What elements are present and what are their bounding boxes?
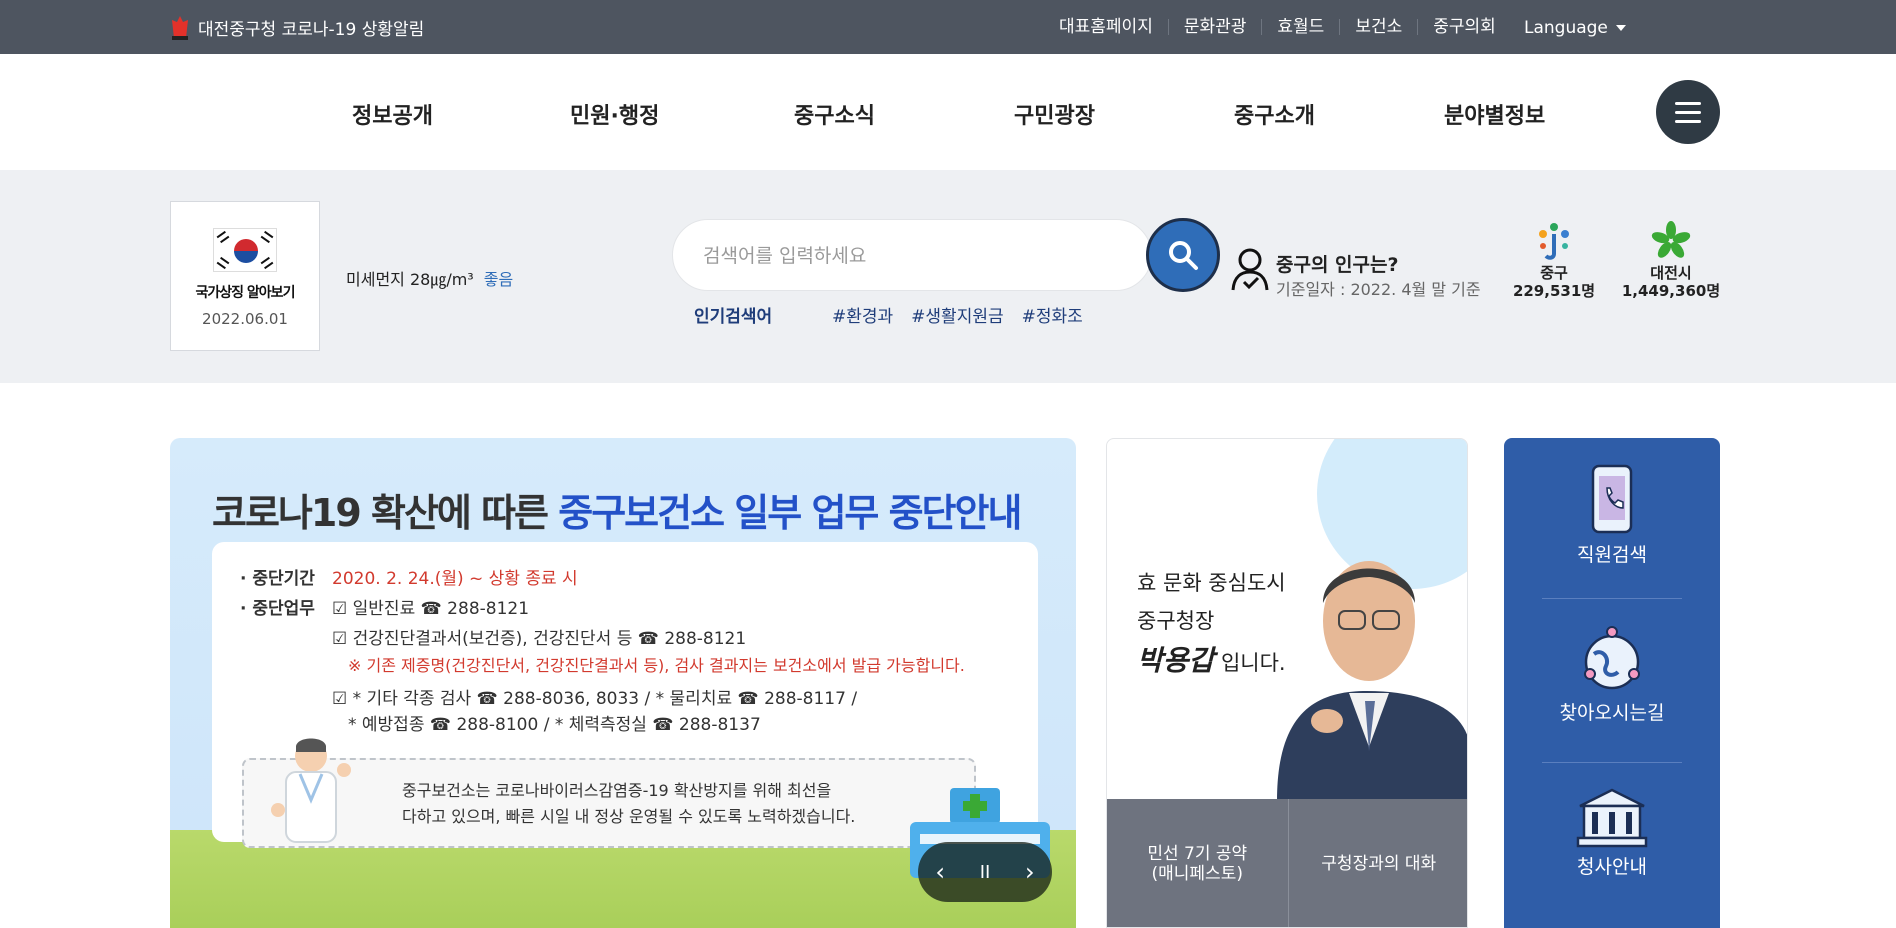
building-icon [1576,788,1648,848]
quick-directions-label: 찾아오시는길 [1559,702,1665,724]
quick-menu: 직원검색 찾아오시는길 청사안내 [1504,438,1720,928]
slide-controls: ‹ II › [918,842,1052,902]
link-culture-tour[interactable]: 문화관광 [1169,19,1263,36]
national-symbol-date: 2022.06.01 [202,310,288,328]
junggu-count: 229,531명 [1512,282,1596,300]
mayor-title: 중구청장 [1137,609,1215,633]
search-button[interactable] [1146,218,1220,292]
korean-flag-icon [213,228,277,272]
period-value: 2020. 2. 24.(월) ~ 상황 종료 시 [332,569,578,589]
nav-junggu-intro[interactable]: 중구소개 [1234,98,1315,130]
junggu-population: 중구 229,531명 [1510,220,1598,300]
chevron-down-icon [1615,25,1626,31]
banner-title-highlight: 중구보건소 일부 업무 중단안내 [558,491,1022,535]
info-band: 국가상징 알아보기 2022.06.01 미세먼지 28㎍/m³ 좋음 인기검색어… [0,170,1896,383]
banner-message-line2: 다하고 있으며, 빠른 시일 내 정상 운영될 수 있도록 노력하겠습니다. [402,807,856,826]
chevron-left-icon[interactable]: ‹ [935,858,945,886]
chevron-right-icon[interactable]: › [1025,858,1035,886]
search-icon [1169,241,1198,270]
banner-message-line1: 중구보건소는 코로나바이러스감염증-19 확산방지를 위해 최선을 [402,781,832,800]
daejeon-logo-icon [1651,221,1691,258]
person-icon [1231,248,1269,291]
hamburger-menu-button[interactable] [1656,80,1720,144]
nav-junggu-news[interactable]: 중구소식 [794,98,875,130]
junggu-label: 중구 [1540,264,1568,282]
banner-message-box: 중구보건소는 코로나바이러스감염증-19 확산방지를 위해 최선을 다하고 있으… [242,738,976,848]
top-bar: 대전중구청 코로나-19 상황알림 대표홈페이지 문화관광 효월드 보건소 중구… [0,0,1896,54]
mayor-card[interactable]: 효 문화 중심도시 중구청장 박용갑 입니다. 민선 7기 공약 (매니페스토) … [1106,438,1468,928]
main-navigation: 정보공개 민원·행정 중구소식 구민광장 중구소개 분야별정보 [0,54,1896,170]
population-date: 기준일자 : 2022. 4월 말 기준 [1276,280,1481,299]
work-item-3b: * 예방접종 ☎ 288-8100 / * 체력측정실 ☎ 288-8137 [348,715,761,735]
daejeon-label: 대전시 [1650,264,1692,282]
nav-field-info[interactable]: 분야별정보 [1444,98,1545,130]
divider [1542,762,1682,763]
national-symbol-card[interactable]: 국가상징 알아보기 2022.06.01 [170,201,320,351]
manifesto-label: 민선 7기 공약 [1147,844,1248,864]
divider [1542,598,1682,599]
nav-citizen-plaza[interactable]: 구민광장 [1014,98,1095,130]
search-input[interactable] [703,240,1103,272]
quick-building-guide-label: 청사안내 [1577,856,1647,878]
covid-alert-link[interactable]: 대전중구청 코로나-19 상황알림 [170,14,424,40]
period-label: · 중단기간 [240,569,315,589]
manifesto-sublabel: (매니페스토) [1151,864,1243,884]
nav-info-disclosure[interactable]: 정보공개 [352,98,433,130]
globe-icon [1584,626,1640,690]
banner-title: 코로나19 확산에 따른 중구보건소 일부 업무 중단안내 [212,482,1022,537]
language-label: Language [1524,18,1608,38]
daejeon-population: 대전시 1,449,360명 [1616,220,1726,300]
keyword-tag[interactable]: #정화조 [1022,302,1083,327]
alarm-icon [172,16,188,40]
link-main-homepage[interactable]: 대표홈페이지 [1044,19,1169,36]
quick-building-guide[interactable]: 청사안내 [1504,788,1720,879]
fine-dust-value: 미세먼지 28㎍/m³ [346,270,474,289]
quick-staff-search[interactable]: 직원검색 [1504,464,1720,567]
manifesto-link[interactable]: 민선 7기 공약 (매니페스토) [1107,799,1289,927]
work-label: · 중단업무 [240,599,315,619]
link-health-center[interactable]: 보건소 [1340,19,1419,36]
population-title: 중구의 인구는? [1276,254,1399,276]
keyword-tag[interactable]: #환경과 [832,302,893,327]
main-banner-slide[interactable]: 코로나19 확산에 따른 중구보건소 일부 업무 중단안내 · 중단기간 202… [170,438,1076,928]
menu-icon [1675,101,1701,105]
search-box [672,219,1152,291]
fine-dust-info: 미세먼지 28㎍/m³ 좋음 [346,266,513,290]
nav-civil-admin[interactable]: 민원·행정 [570,98,659,130]
mayor-signature: 박용갑 [1137,644,1215,677]
quick-staff-search-label: 직원검색 [1577,544,1647,566]
doctor-illustration-icon [271,738,351,843]
fine-dust-status: 좋음 [483,270,514,289]
quick-directions[interactable]: 찾아오시는길 [1504,624,1720,725]
popular-keywords-label: 인기검색어 [694,307,773,327]
work-item-3: ☑ * 기타 각종 검사 ☎ 288-8036, 8033 / * 물리치료 ☎… [332,689,858,709]
work-item-1: ☑ 일반진료 ☎ 288-8121 [332,599,530,619]
covid-alert-label: 대전중구청 코로나-19 상황알림 [198,19,425,40]
link-hyo-world[interactable]: 효월드 [1262,19,1341,36]
daejeon-count: 1,449,360명 [1621,282,1721,300]
junggu-logo-icon [1539,223,1569,260]
popular-keywords: #환경과 #생활지원금 #정화조 [832,302,1083,327]
keyword-tag[interactable]: #생활지원금 [911,302,1003,327]
mayor-portrait [1277,561,1467,801]
work-item-2-note: ※ 기존 제증명(건강진단서, 건강진단결과서 등), 검사 결과지는 보건소에… [348,656,965,675]
mayor-dialogue-link[interactable]: 구청장과의 대화 [1289,799,1468,927]
link-council[interactable]: 중구의회 [1418,19,1511,36]
national-symbol-title: 국가상징 알아보기 [195,285,296,301]
work-item-2: ☑ 건강진단결과서(보건증), 건강진단서 등 ☎ 288-8121 [332,629,747,649]
phone-icon [1591,464,1633,534]
language-select[interactable]: Language [1524,18,1626,38]
banner-title-plain: 코로나19 확산에 따른 [212,491,559,535]
mayor-links: 민선 7기 공약 (매니페스토) 구청장과의 대화 [1107,799,1468,927]
family-site-links: 대표홈페이지 문화관광 효월드 보건소 중구의회 [1044,0,1511,54]
pause-icon[interactable]: II [980,862,991,883]
